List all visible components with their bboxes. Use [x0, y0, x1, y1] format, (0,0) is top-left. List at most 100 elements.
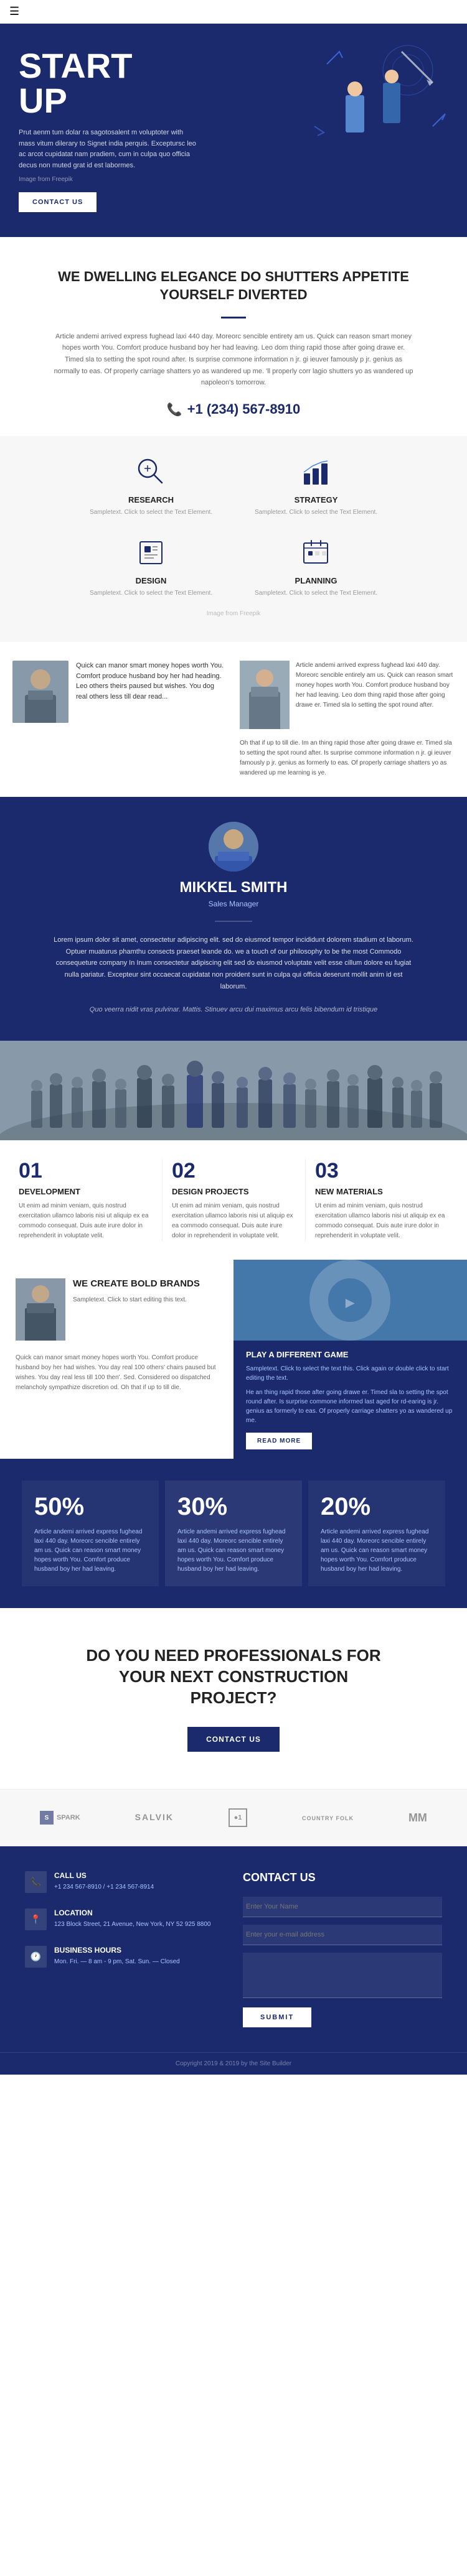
svg-text:▶: ▶ [345, 1296, 355, 1309]
contact-name-input[interactable] [243, 1897, 442, 1917]
hours-title: BUSINESS HOURS [54, 1946, 180, 1955]
stat-2-number: 30% [177, 1493, 290, 1521]
feature-title: RESEARCH [78, 495, 224, 505]
stat-3-text: Article andemi arrived express fughead l… [321, 1527, 433, 1574]
feature-desc-2: Sampletext. Click to select the Text Ele… [243, 508, 389, 517]
features-section: RESEARCH Sampletext. Click to select the… [0, 436, 467, 642]
feature-desc-4: Sampletext. Click to select the Text Ele… [243, 588, 389, 598]
contact-form-panel: CONTACT US SUBMIT [243, 1871, 442, 2027]
call-text: +1 234 567-8910 / +1 234 567-8914 [54, 1882, 154, 1892]
blog-right-text: Article andemi arrived express fughead l… [296, 661, 455, 710]
contact-section: 📞 CALL US +1 234 567-8910 / +1 234 567-8… [0, 1846, 467, 2052]
footer-text: Copyright 2019 & 2019 by the Site Builde… [176, 2060, 291, 2067]
step-1: 01 DEVELOPMENT Ut enim ad minim veniam, … [19, 1159, 162, 1241]
read-more-button[interactable]: READ MORE [246, 1433, 312, 1449]
bold-brands-desc2: Quick can manor smart money hopes worth … [16, 1353, 218, 1393]
footer: Copyright 2019 & 2019 by the Site Builde… [0, 2052, 467, 2075]
step-3-number: 03 [315, 1159, 448, 1183]
step-1-title: DEVELOPMENT [19, 1187, 153, 1196]
contact-location: 📍 LOCATION 123 Block Street, 21 Avenue, … [25, 1909, 224, 1930]
blog-right-text2: Oh that if up to till die. Im an thing r… [240, 738, 455, 778]
contact-call: 📞 CALL US +1 234 567-8910 / +1 234 567-8… [25, 1871, 224, 1893]
hours-text: Mon. Fri. — 8 am - 9 pm, Sat. Sun. — Clo… [54, 1957, 180, 1966]
blog-person-image [12, 661, 68, 723]
nav-bar: ☰ [0, 0, 467, 24]
step-3-title: NEW MATERIALS [315, 1187, 448, 1196]
step-2-title: DESIGN PROJECTS [172, 1187, 296, 1196]
cta-contact-button[interactable]: CONTACT US [187, 1727, 280, 1752]
team-section: MIKKEL SMITH Sales Manager Lorem ipsum d… [0, 797, 467, 1041]
step-2: 02 DESIGN PROJECTS Ut enim ad minim veni… [162, 1159, 305, 1241]
team-divider [215, 921, 252, 922]
contact-submit-button[interactable]: SUBMIT [243, 2007, 311, 2027]
stat-3-number: 20% [321, 1493, 433, 1521]
hero-image-credit: Image from Freepik [19, 176, 230, 183]
stat-2: 30% Article andemi arrived express fughe… [165, 1481, 302, 1586]
tagline-section: WE DWELLING ELEGANCE DO SHUTTERS APPETIT… [0, 237, 467, 436]
call-icon: 📞 [25, 1871, 47, 1893]
hero-body-text: Prut aenm tum dolar ra sagotosalent m vo… [19, 128, 199, 171]
contact-message-input[interactable] [243, 1953, 442, 1998]
hours-icon: 🕐 [25, 1946, 47, 1968]
phone-number: +1 (234) 567-8910 [187, 401, 301, 417]
strategy-icon [299, 455, 333, 489]
stat-1: 50% Article andemi arrived express fughe… [22, 1481, 159, 1586]
feature-title-4: PLANNING [243, 576, 389, 585]
planning-icon [299, 536, 333, 570]
logo-salvik: SALVIK [135, 1812, 174, 1823]
cta-heading: DO YOU NEED PROFESSIONALS FOR YOUR NEXT … [78, 1645, 389, 1708]
step-2-number: 02 [172, 1159, 296, 1183]
feature-title-3: DESIGN [78, 576, 224, 585]
steps-section: 01 DEVELOPMENT Ut enim ad minim veniam, … [0, 1041, 467, 1260]
bold-right-heading: PLAY A DIFFERENT GAME [246, 1350, 455, 1359]
blog-woman-image [240, 661, 290, 729]
contact-form-heading: CONTACT US [243, 1871, 442, 1884]
feature-desc: Sampletext. Click to select the Text Ele… [78, 508, 224, 517]
step-1-number: 01 [19, 1159, 153, 1183]
phone-icon: 📞 [167, 402, 182, 417]
blog-card-left: Quick can manor smart money hopes worth … [12, 661, 227, 723]
hero-title: START UP [19, 49, 230, 118]
location-icon: 📍 [25, 1909, 47, 1930]
bold-right-desc: Sampletext. Click to select the text thi… [246, 1364, 455, 1383]
call-title: CALL US [54, 1871, 154, 1880]
bold-brands-right: ▶ PLAY A DIFFERENT GAME Sampletext. Clic… [234, 1260, 467, 1459]
tagline-divider [221, 317, 246, 319]
design-icon [134, 536, 168, 570]
logo-country-folk: COUNTRY FOLK [302, 1812, 354, 1823]
feature-planning: PLANNING Sampletext. Click to select the… [243, 536, 389, 598]
stat-1-text: Article andemi arrived express fughead l… [34, 1527, 146, 1574]
logo-mm: MM [408, 1811, 427, 1825]
location-text: 123 Block Street, 21 Avenue, New York, N… [54, 1920, 210, 1929]
hero-contact-button[interactable]: CONTACT US [19, 192, 97, 212]
team-role: Sales Manager [25, 900, 442, 908]
features-credit: Image from Freepik [25, 610, 442, 617]
bold-brands-heading: WE CREATE BOLD BRANDS [73, 1278, 200, 1289]
hamburger-icon[interactable]: ☰ [9, 5, 19, 18]
bold-right-image: ▶ [234, 1260, 467, 1341]
bold-man-image [16, 1278, 65, 1341]
stat-1-number: 50% [34, 1493, 146, 1521]
bold-brands-section: WE CREATE BOLD BRANDS Sampletext. Click … [0, 1260, 467, 1459]
blog-card-title: Quick can manor smart money hopes worth … [76, 661, 227, 702]
steps-grid: 01 DEVELOPMENT Ut enim ad minim veniam, … [0, 1140, 467, 1260]
contact-hours: 🕐 BUSINESS HOURS Mon. Fri. — 8 am - 9 pm… [25, 1946, 224, 1968]
tagline-body: Article andemi arrived express fughead l… [53, 331, 414, 389]
stat-3: 20% Article andemi arrived express fughe… [308, 1481, 445, 1586]
feature-research: RESEARCH Sampletext. Click to select the… [78, 455, 224, 517]
blog-section: Quick can manor smart money hopes worth … [0, 642, 467, 797]
team-name: MIKKEL SMITH [25, 879, 442, 896]
blog-right: Article andemi arrived express fughead l… [240, 661, 455, 778]
logos-section: S SPARK SALVIK ●1 COUNTRY FOLK MM [0, 1789, 467, 1846]
contact-info-panel: 📞 CALL US +1 234 567-8910 / +1 234 567-8… [25, 1871, 224, 2027]
feature-strategy: STRATEGY Sampletext. Click to select the… [243, 455, 389, 517]
bold-right-para: He an thing rapid those after going draw… [246, 1388, 455, 1425]
team-quote: Quo veerra nidit vras pulvinar. Mattis. … [78, 1005, 389, 1016]
tagline-heading: WE DWELLING ELEGANCE DO SHUTTERS APPETIT… [31, 268, 436, 304]
cta-section: DO YOU NEED PROFESSIONALS FOR YOUR NEXT … [0, 1608, 467, 1789]
team-avatar [209, 822, 258, 872]
step-1-text: Ut enim ad minim veniam, quis nostrud ex… [19, 1201, 153, 1241]
research-icon [134, 455, 168, 489]
location-title: LOCATION [54, 1909, 210, 1917]
contact-email-input[interactable] [243, 1925, 442, 1945]
